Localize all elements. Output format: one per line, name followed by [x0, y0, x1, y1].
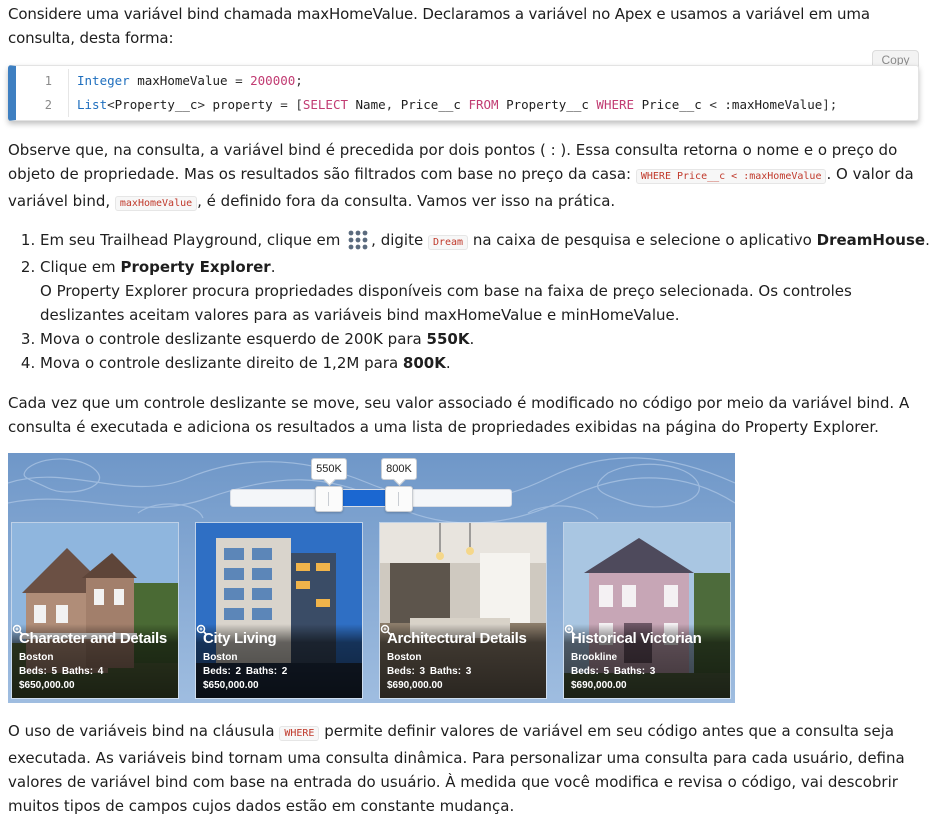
code-block: Copy 1 Integer maxHomeValue = 200000; 2 … — [8, 50, 919, 122]
property-card[interactable]: Character and Details Boston Beds: 5 Bat… — [11, 522, 179, 699]
property-card[interactable]: City Living Boston Beds: 2 Baths: 2 $650… — [195, 522, 363, 699]
explanation-text-1: Observe que, na consulta, a variável bin… — [8, 141, 898, 159]
property-explorer-screenshot: 550K 800K Character and Details Boston B… — [8, 453, 735, 703]
step-2-text-2: . — [270, 258, 276, 276]
property-card-info: Architectural Details Boston Beds: 3 Bat… — [380, 624, 546, 698]
property-card-info: City Living Boston Beds: 2 Baths: 2 $650… — [196, 624, 362, 698]
step-4-text: Mova o controle deslizante direito de 1,… — [40, 354, 403, 372]
property-title: Historical Victorian — [571, 630, 702, 647]
property-beds-baths: Beds: 2 Baths: 2 — [203, 666, 287, 678]
conclusion-line-3: valores de variável bind com base na ent… — [8, 773, 898, 791]
property-beds: Beds: 5 — [571, 666, 610, 677]
property-city: Boston — [203, 652, 238, 663]
property-city: Boston — [19, 652, 54, 663]
result-line-1: Cada vez que um controle deslizante se m… — [8, 394, 910, 412]
conclusion-line-4: muitos tipos de campos cujos dados estão… — [8, 797, 515, 815]
step-2-detail-2: deslizantes aceitam valores para as vari… — [40, 306, 680, 324]
step-2-tab-name: Property Explorer — [120, 258, 271, 276]
property-price: $690,000.00 — [387, 680, 443, 691]
property-title: Character and Details — [19, 630, 167, 647]
explanation-text-3: . O valor da — [826, 165, 914, 183]
property-card[interactable]: Architectural Details Boston Beds: 3 Bat… — [379, 522, 547, 699]
step-4-value: 800K — [402, 354, 446, 372]
property-city: Boston — [387, 652, 422, 663]
code-text-2: List<Property__c> property = [SELECT Nam… — [77, 97, 838, 112]
conclusion-line-2: executada. As variáveis bind tornam uma … — [8, 749, 905, 767]
property-price: $650,000.00 — [19, 680, 75, 691]
zoom-icon[interactable] — [12, 624, 24, 636]
min-value-label: 550K — [311, 458, 347, 480]
property-baths: Baths: 3 — [429, 666, 472, 677]
code-line-2: 2 List<Property__c> property = [SELECT N… — [16, 93, 918, 117]
conclusion-text-1: O uso de variáveis bind na cláusula — [8, 722, 280, 740]
step-3-value: 550K — [426, 330, 470, 348]
line-number-2: 2 — [16, 93, 69, 117]
step-2-text: Clique em — [40, 258, 121, 276]
property-card[interactable]: Historical Victorian Brookline Beds: 5 B… — [563, 522, 731, 699]
code-listing: 1 Integer maxHomeValue = 200000; 2 List<… — [8, 65, 919, 121]
explanation-text-4: variável bind, — [8, 192, 115, 210]
inline-code-variable: maxHomeValue — [114, 196, 198, 211]
step-4-text-2: . — [445, 354, 451, 372]
property-title: City Living — [203, 630, 277, 647]
step-3-text-2: . — [469, 330, 475, 348]
property-beds: Beds: 2 — [203, 666, 242, 677]
code-text-1: Integer maxHomeValue = 200000; — [77, 73, 303, 88]
steps-list: Em seu Trailhead Playground, clique em ,… — [8, 228, 935, 375]
result-paragraph: Cada vez que um controle deslizante se m… — [8, 391, 935, 439]
step-1-text-2: , digite — [371, 231, 428, 249]
step-4: Mova o controle deslizante direito de 1,… — [40, 351, 935, 375]
max-value-label: 800K — [381, 458, 417, 480]
property-card-info: Character and Details Boston Beds: 5 Bat… — [12, 624, 178, 698]
price-range-slider[interactable] — [230, 486, 512, 512]
zoom-icon[interactable] — [196, 624, 208, 636]
intro-line-2: consulta, desta forma: — [8, 29, 174, 47]
property-beds-baths: Beds: 5 Baths: 4 — [19, 666, 103, 678]
slider-max-handle[interactable] — [385, 486, 413, 512]
step-2: Clique em Property Explorer. O Property … — [40, 255, 935, 327]
intro-paragraph: Considere uma variável bind chamada maxH… — [8, 0, 935, 50]
line-number-1: 1 — [16, 69, 69, 93]
inline-code-dream: Dream — [427, 235, 469, 250]
property-baths: Baths: 3 — [613, 666, 656, 677]
property-beds: Beds: 3 — [387, 666, 426, 677]
step-3-text: Mova o controle deslizante esquerdo de 2… — [40, 330, 427, 348]
step-3: Mova o controle deslizante esquerdo de 2… — [40, 327, 935, 351]
property-price: $690,000.00 — [571, 680, 627, 691]
property-beds-baths: Beds: 5 Baths: 3 — [571, 666, 655, 678]
article-content: Considere uma variável bind chamada maxH… — [0, 0, 935, 818]
inline-code-where: WHERE — [279, 726, 320, 741]
code-line-1: 1 Integer maxHomeValue = 200000; — [16, 69, 918, 93]
step-1-text: Em seu Trailhead Playground, clique em — [40, 231, 346, 249]
property-baths: Baths: 4 — [61, 666, 104, 677]
intro-line-1: Considere uma variável bind chamada maxH… — [8, 5, 870, 23]
zoom-icon[interactable] — [380, 624, 392, 636]
property-beds-baths: Beds: 3 Baths: 3 — [387, 666, 471, 678]
step-1: Em seu Trailhead Playground, clique em ,… — [40, 228, 935, 255]
property-price: $650,000.00 — [203, 680, 259, 691]
conclusion-paragraph: O uso de variáveis bind na cláusula WHER… — [8, 719, 935, 818]
property-baths: Baths: 2 — [245, 666, 288, 677]
property-card-info: Historical Victorian Brookline Beds: 5 B… — [564, 624, 730, 698]
app-launcher-icon — [347, 230, 369, 250]
result-line-2: consulta é executada e adiciona os resul… — [8, 418, 879, 436]
step-1-text-3: na caixa de pesquisa e selecione o aplic… — [468, 231, 817, 249]
property-city: Brookline — [571, 652, 618, 663]
zoom-icon[interactable] — [564, 624, 576, 636]
inline-code-where-clause: WHERE Price__c < :maxHomeValue — [635, 169, 827, 184]
conclusion-text-2: permite definir valores de variável em s… — [319, 722, 895, 740]
step-1-app-name: DreamHouse — [816, 231, 926, 249]
slider-min-handle[interactable] — [315, 486, 343, 512]
explanation-text-5: , é definido fora da consulta. Vamos ver… — [197, 192, 616, 210]
explanation-text-2: objeto de propriedade. Mas os resultados… — [8, 165, 636, 183]
explanation-paragraph: Observe que, na consulta, a variável bin… — [8, 138, 935, 216]
step-2-detail-1: O Property Explorer procura propriedades… — [40, 282, 852, 300]
property-title: Architectural Details — [387, 630, 527, 647]
step-1-text-4: . — [925, 231, 930, 249]
property-beds: Beds: 5 — [19, 666, 58, 677]
